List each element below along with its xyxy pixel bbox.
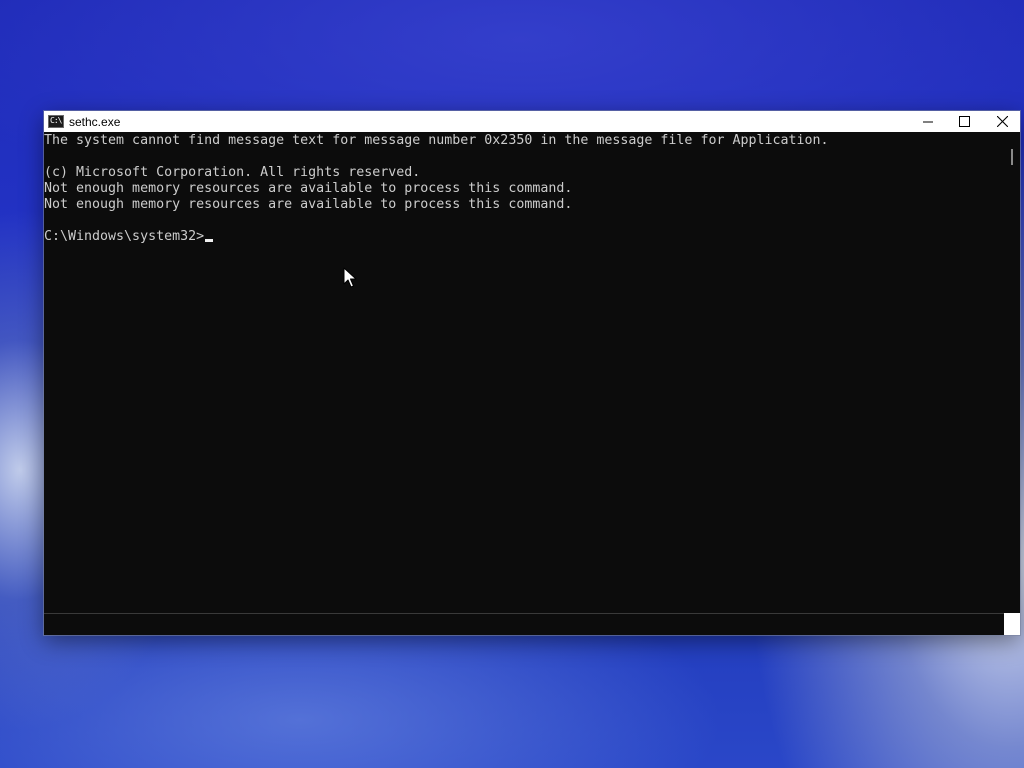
console-line: Not enough memory resources are availabl…	[44, 197, 573, 212]
title-bar[interactable]: C:\ sethc.exe	[44, 111, 1020, 132]
window-title: sethc.exe	[69, 115, 121, 129]
console-output[interactable]: The system cannot find message text for …	[44, 132, 1004, 613]
cmd-icon: C:\	[48, 115, 64, 128]
vertical-scrollbar[interactable]	[1004, 132, 1020, 613]
console-line: Not enough memory resources are availabl…	[44, 181, 573, 196]
minimize-button[interactable]	[910, 111, 946, 132]
command-prompt-line[interactable]: C:\Windows\system32>	[44, 229, 214, 245]
scrollbar-thumb[interactable]	[1011, 149, 1013, 165]
text-cursor	[205, 239, 214, 242]
scrollbar-corner	[1004, 613, 1020, 635]
minimize-icon	[923, 117, 933, 127]
console-line: The system cannot find message text for …	[44, 133, 829, 148]
console-window[interactable]: C:\ sethc.exe The system cannot find mes…	[44, 111, 1020, 635]
close-button[interactable]	[984, 111, 1020, 132]
horizontal-scrollbar[interactable]	[44, 613, 1004, 635]
cmd-icon-glyph: C:\	[50, 116, 62, 125]
maximize-button[interactable]	[946, 111, 982, 132]
close-icon	[996, 116, 1008, 127]
maximize-icon	[958, 116, 970, 127]
console-line: (c) Microsoft Corporation. All rights re…	[44, 165, 421, 180]
command-prompt: C:\Windows\system32>	[44, 229, 205, 244]
